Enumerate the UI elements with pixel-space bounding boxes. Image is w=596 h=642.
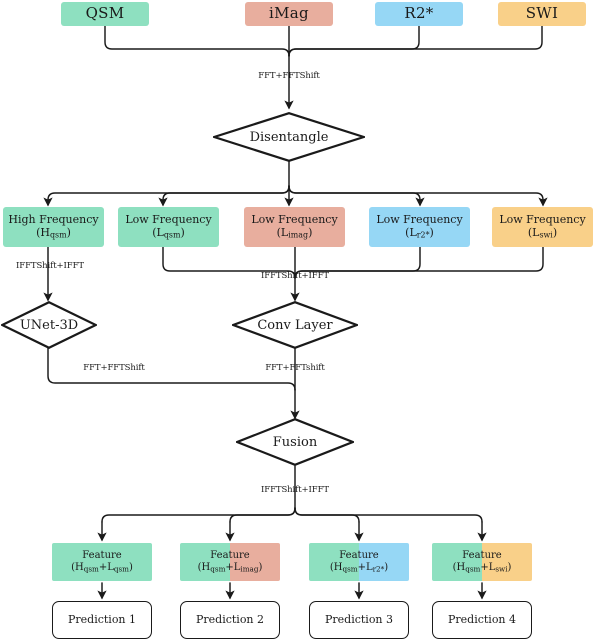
edge-disentangle-to-lqsm bbox=[162, 185, 290, 201]
freq-sub-lswi: (Lswi) bbox=[527, 226, 558, 240]
prediction-label-3: Prediction 3 bbox=[324, 612, 394, 626]
edge-lswi-to-convmerge bbox=[294, 246, 544, 279]
edge-qsm-to-merge bbox=[104, 25, 290, 57]
freq-title-lswi: Low Frequency bbox=[499, 213, 586, 227]
prediction-box-1[interactable]: Prediction 1 bbox=[52, 601, 152, 639]
stage-label-disentangle: Disentangle bbox=[249, 129, 329, 145]
edge-label-unet-to-fusion: FFT+FFTShift bbox=[83, 363, 145, 373]
source-box-r2star[interactable]: R2* bbox=[375, 2, 463, 26]
edge-label-sources-to-disentangle: FFT+FFTShift bbox=[258, 71, 320, 81]
edge-fusion-to-f3 bbox=[294, 507, 360, 523]
source-label-swi: SWI bbox=[525, 4, 559, 23]
freq-sub-lr2s: (Lr2*) bbox=[405, 226, 434, 240]
edge-swi-to-merge bbox=[288, 25, 543, 57]
edge-fusion-to-f1 bbox=[101, 507, 296, 523]
freq-box-low-swi[interactable]: Low Frequency (Lswi) bbox=[492, 207, 593, 247]
edge-disentangle-to-lswi bbox=[288, 185, 544, 201]
freq-title-lr2s: Low Frequency bbox=[376, 213, 463, 227]
freq-box-low-r2star[interactable]: Low Frequency (Lr2*) bbox=[369, 207, 470, 247]
feature-expr-3: (Hqsm+Lr2*) bbox=[329, 562, 389, 574]
prediction-box-2[interactable]: Prediction 2 bbox=[180, 601, 280, 639]
freq-title-lqsm: Low Frequency bbox=[125, 213, 212, 227]
prediction-label-1: Prediction 1 bbox=[67, 612, 137, 626]
flowchart-canvas: QSM iMag R2* SWI Disentangle High Freque… bbox=[0, 0, 596, 642]
source-box-qsm[interactable]: QSM bbox=[61, 2, 149, 26]
feature-box-3[interactable]: Feature (Hqsm+Lr2*) bbox=[309, 543, 409, 581]
source-label-qsm: QSM bbox=[85, 4, 125, 23]
edge-disentangle-to-hqsm bbox=[47, 185, 290, 201]
freq-box-high-qsm[interactable]: High Frequency (Hqsm) bbox=[3, 207, 104, 247]
feature-title-4: Feature bbox=[462, 550, 502, 562]
freq-title-limag: Low Frequency bbox=[251, 213, 338, 227]
edge-label-hqsm-to-unet: IFFTShift+IFFT bbox=[16, 261, 84, 271]
feature-box-1[interactable]: Feature (Hqsm+Lqsm) bbox=[52, 543, 152, 581]
stage-disentangle[interactable]: Disentangle bbox=[213, 112, 365, 162]
edge-r2s-to-merge bbox=[288, 25, 420, 57]
source-box-imag[interactable]: iMag bbox=[245, 2, 333, 26]
stage-label-fusion: Fusion bbox=[272, 434, 318, 450]
freq-box-low-imag[interactable]: Low Frequency (Limag) bbox=[244, 207, 345, 247]
stage-label-conv: Conv Layer bbox=[257, 317, 333, 333]
feature-title-2: Feature bbox=[210, 550, 250, 562]
feature-expr-1: (Hqsm+Lqsm) bbox=[71, 562, 133, 574]
source-label-r2star: R2* bbox=[404, 4, 434, 23]
edge-fusion-to-f4 bbox=[294, 507, 483, 523]
feature-expr-2: (Hqsm+Limag) bbox=[197, 562, 263, 574]
stage-unet-3d[interactable]: UNet-3D bbox=[1, 301, 97, 349]
feature-box-4[interactable]: Feature (Hqsm+Lswi) bbox=[432, 543, 532, 581]
freq-title-hqsm: High Frequency bbox=[8, 213, 99, 227]
stage-conv-layer[interactable]: Conv Layer bbox=[232, 301, 358, 349]
prediction-label-4: Prediction 4 bbox=[447, 612, 517, 626]
freq-sub-hqsm: (Hqsm) bbox=[36, 226, 71, 240]
prediction-label-2: Prediction 2 bbox=[195, 612, 265, 626]
edge-disentangle-to-lr2s bbox=[288, 185, 421, 201]
stage-fusion[interactable]: Fusion bbox=[236, 418, 354, 466]
edge-label-fusion-to-features: IFFTShift+IFFT bbox=[261, 485, 329, 495]
source-label-imag: iMag bbox=[269, 4, 309, 23]
freq-box-low-qsm[interactable]: Low Frequency (Lqsm) bbox=[118, 207, 219, 247]
feature-title-3: Feature bbox=[339, 550, 379, 562]
edge-label-lows-to-conv: IFFTShift+IFFT bbox=[261, 271, 329, 281]
prediction-box-4[interactable]: Prediction 4 bbox=[432, 601, 532, 639]
freq-sub-limag: (Limag) bbox=[276, 226, 313, 240]
source-box-swi[interactable]: SWI bbox=[498, 2, 586, 26]
feature-expr-4: (Hqsm+Lswi) bbox=[452, 562, 512, 574]
feature-title-1: Feature bbox=[82, 550, 122, 562]
edge-fusion-to-f2 bbox=[229, 507, 296, 523]
prediction-box-3[interactable]: Prediction 3 bbox=[309, 601, 409, 639]
freq-sub-lqsm: (Lqsm) bbox=[152, 226, 185, 240]
stage-label-unet: UNet-3D bbox=[19, 317, 79, 333]
edge-label-conv-to-fusion: FFT+FFTshift bbox=[265, 363, 325, 373]
feature-box-2[interactable]: Feature (Hqsm+Limag) bbox=[180, 543, 280, 581]
